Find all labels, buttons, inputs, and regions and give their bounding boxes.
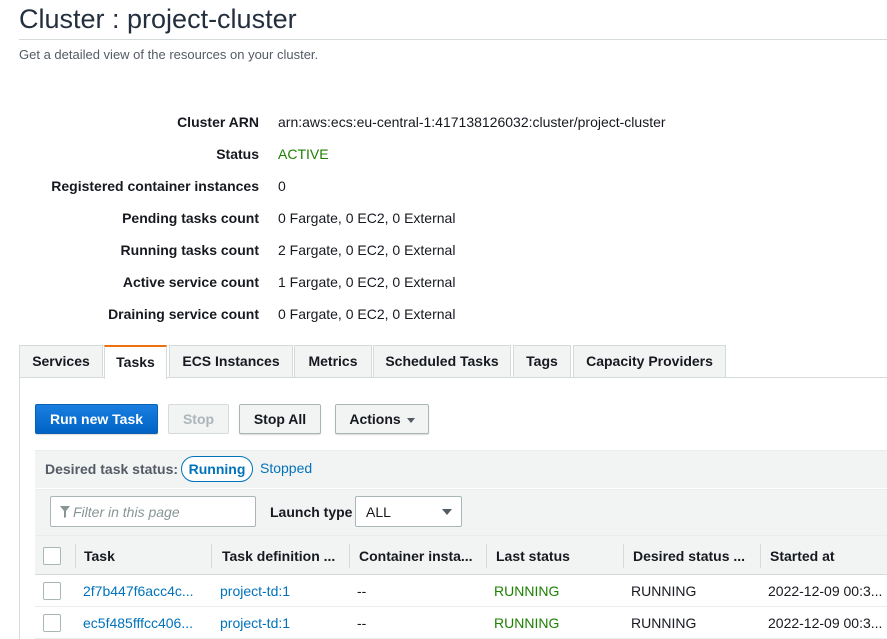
started-at-cell: 2022-12-09 00:3... <box>768 615 883 631</box>
detail-row-pending-tasks: Pending tasks count 0 Fargate, 0 EC2, 0 … <box>0 208 887 228</box>
last-status-cell: RUNNING <box>494 615 560 631</box>
detail-value: arn:aws:ecs:eu-central-1:417138126032:cl… <box>278 114 666 130</box>
tab-services[interactable]: Services <box>19 345 103 378</box>
detail-row-active-services: Active service count 1 Fargate, 0 EC2, 0… <box>0 272 887 292</box>
run-new-task-button[interactable]: Run new Task <box>35 404 158 434</box>
page-title: Cluster : project-cluster <box>19 4 297 34</box>
caret-down-icon <box>406 417 415 423</box>
desired-status-cell: RUNNING <box>631 583 697 599</box>
launch-type-select[interactable]: ALL <box>355 496 462 527</box>
detail-label: Cluster ARN <box>177 114 259 130</box>
stop-all-button[interactable]: Stop All <box>239 404 321 434</box>
detail-row-status: Status ACTIVE <box>0 144 887 164</box>
column-header-task-definition[interactable]: Task definition ... <box>222 536 350 576</box>
status-value: ACTIVE <box>278 146 329 162</box>
row-checkbox[interactable] <box>43 582 61 600</box>
column-header-started-at[interactable]: Started at <box>770 536 887 576</box>
detail-label: Active service count <box>122 274 259 290</box>
desired-status-bar: Desired task status: Running Stopped <box>35 450 887 488</box>
detail-label: Running tasks count <box>120 242 259 258</box>
table-row: 2f7b447f6acc4c... project-td:1 -- RUNNIN… <box>35 575 887 607</box>
launch-type-label: Launch type <box>270 504 353 520</box>
filter-bar: Filter in this page Launch type ALL <box>35 489 887 535</box>
detail-row-draining-services: Draining service count 0 Fargate, 0 EC2,… <box>0 304 887 324</box>
detail-value: 2 Fargate, 0 EC2, 0 External <box>278 242 456 258</box>
column-header-last-status[interactable]: Last status <box>496 536 621 576</box>
detail-row-running-tasks: Running tasks count 2 Fargate, 0 EC2, 0 … <box>0 240 887 260</box>
detail-label: Status <box>216 146 259 162</box>
column-divider <box>211 544 212 568</box>
detail-row-registered-instances: Registered container instances 0 <box>0 176 887 196</box>
filter-input[interactable]: Filter in this page <box>50 496 256 527</box>
tab-scheduled-tasks[interactable]: Scheduled Tasks <box>373 345 511 378</box>
stop-button[interactable]: Stop <box>168 404 229 434</box>
filter-placeholder: Filter in this page <box>73 504 180 520</box>
detail-value: 0 Fargate, 0 EC2, 0 External <box>278 210 456 226</box>
desired-status-cell: RUNNING <box>631 615 697 631</box>
column-header-desired-status[interactable]: Desired status ... <box>633 536 759 576</box>
detail-label: Draining service count <box>108 306 259 322</box>
column-divider <box>349 544 350 568</box>
table-header: Task Task definition ... Container insta… <box>35 535 887 575</box>
tab-tasks[interactable]: Tasks <box>104 345 167 379</box>
tab-capacity-providers[interactable]: Capacity Providers <box>573 345 726 378</box>
column-divider <box>486 544 487 568</box>
launch-type-value: ALL <box>366 504 391 520</box>
started-at-cell: 2022-12-09 00:3... <box>768 583 883 599</box>
column-header-task[interactable]: Task <box>84 536 210 576</box>
actions-dropdown-button[interactable]: Actions <box>335 404 429 434</box>
caret-down-icon <box>442 509 452 515</box>
column-divider <box>760 544 761 568</box>
tab-ecs-instances[interactable]: ECS Instances <box>169 345 293 378</box>
page-subtitle: Get a detailed view of the resources on … <box>19 47 319 62</box>
cluster-tabs: Services Tasks ECS Instances Metrics Sch… <box>19 345 887 379</box>
column-divider <box>623 544 624 568</box>
status-stopped-link[interactable]: Stopped <box>260 460 312 476</box>
task-id-link[interactable]: ec5f485fffcc406... <box>83 607 207 639</box>
funnel-icon <box>60 506 70 518</box>
container-instance-cell: -- <box>357 583 367 599</box>
title-divider <box>19 39 887 40</box>
status-running-toggle[interactable]: Running <box>181 456 253 482</box>
detail-label: Registered container instances <box>51 178 259 194</box>
last-status-cell: RUNNING <box>494 583 560 599</box>
task-id-link[interactable]: 2f7b447f6acc4c... <box>83 575 207 607</box>
column-header-container-instance[interactable]: Container insta... <box>359 536 485 576</box>
detail-value: 0 <box>278 178 286 194</box>
column-divider <box>75 544 76 568</box>
desired-status-label: Desired task status: <box>45 461 179 477</box>
task-definition-link[interactable]: project-td:1 <box>220 575 344 607</box>
row-checkbox[interactable] <box>43 614 61 632</box>
select-all-checkbox[interactable] <box>43 547 61 565</box>
detail-value: 1 Fargate, 0 EC2, 0 External <box>278 274 456 290</box>
tab-tags[interactable]: Tags <box>513 345 571 378</box>
actions-label: Actions <box>349 411 401 427</box>
detail-value: 0 Fargate, 0 EC2, 0 External <box>278 306 456 322</box>
task-definition-link[interactable]: project-td:1 <box>220 607 344 639</box>
table-row: ec5f485fffcc406... project-td:1 -- RUNNI… <box>35 607 887 639</box>
detail-row-cluster-arn: Cluster ARN arn:aws:ecs:eu-central-1:417… <box>0 112 887 132</box>
detail-label: Pending tasks count <box>122 210 259 226</box>
container-instance-cell: -- <box>357 615 367 631</box>
tab-metrics[interactable]: Metrics <box>294 345 372 378</box>
